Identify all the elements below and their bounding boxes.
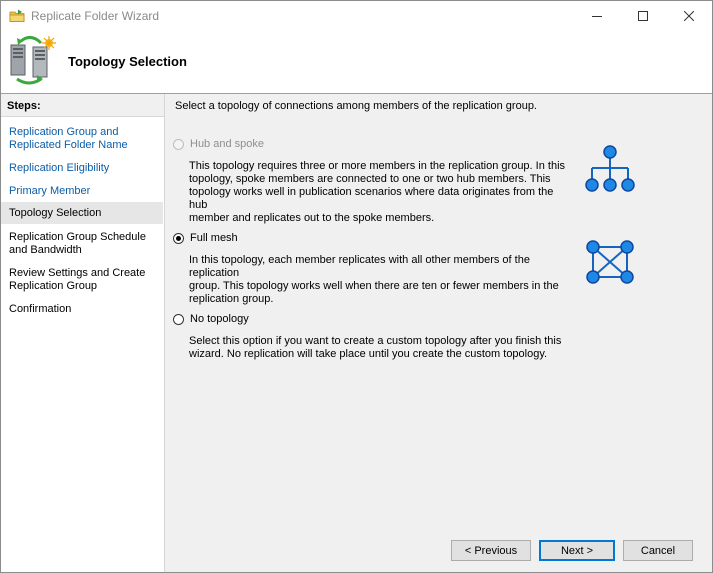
desc-line: This topology requires three or more mem… — [189, 160, 566, 172]
hub-and-spoke-description: This topology requires three or more mem… — [189, 160, 571, 225]
steps-title: Steps: — [7, 100, 41, 112]
step-label-line2: and Bandwidth — [9, 244, 82, 256]
step-confirmation: Confirmation — [1, 303, 163, 316]
desc-line: topology, spoke members are connected to… — [189, 173, 551, 185]
page-heading: Topology Selection — [68, 54, 187, 69]
desc-line: In this topology, each member replicates… — [189, 254, 530, 279]
hub-and-spoke-radio[interactable] — [173, 138, 184, 150]
replication-servers-icon — [10, 36, 56, 85]
step-primary-member[interactable]: Primary Member — [1, 185, 163, 198]
desc-line: group. This topology works well when the… — [189, 280, 559, 292]
full-mesh-description: In this topology, each member replicates… — [189, 254, 571, 306]
step-replication-eligibility[interactable]: Replication Eligibility — [1, 162, 163, 175]
full-mesh-label: Full mesh — [190, 232, 238, 244]
step-label-line1: Replication Group Schedule — [9, 231, 146, 243]
intro-text: Select a topology of connections among m… — [175, 100, 537, 112]
no-topology-option[interactable]: No topology — [173, 313, 249, 325]
hub-and-spoke-option[interactable]: Hub and spoke — [173, 138, 264, 150]
step-label-line1: Replication Group and — [9, 126, 119, 138]
step-label-line1: Confirmation — [9, 303, 72, 315]
title-bar[interactable]: Replicate Folder Wizard — [1, 1, 712, 31]
desc-line: replication group. — [189, 293, 274, 305]
steps-pane: Steps: Replication Group and Replicated … — [1, 94, 165, 572]
hub-spoke-icon — [585, 145, 635, 192]
close-icon — [684, 11, 694, 21]
step-label-line1: Replication Eligibility — [9, 162, 110, 174]
step-label-line1: Review Settings and Create — [9, 267, 146, 279]
step-review-settings: Review Settings and Create Replication G… — [1, 267, 163, 293]
minimize-icon — [592, 16, 602, 17]
step-topology-selection: Topology Selection — [1, 202, 163, 224]
no-topology-radio[interactable] — [173, 313, 184, 325]
cancel-button[interactable]: Cancel — [623, 540, 693, 561]
maximize-button[interactable] — [620, 1, 666, 31]
folder-icon — [9, 9, 25, 22]
full-mesh-option[interactable]: Full mesh — [173, 232, 238, 244]
full-mesh-radio[interactable] — [173, 232, 184, 244]
full-mesh-icon — [586, 240, 634, 284]
step-replication-group-name[interactable]: Replication Group and Replicated Folder … — [1, 126, 163, 152]
hub-and-spoke-label: Hub and spoke — [190, 138, 264, 150]
desc-line: topology works well in publication scena… — [189, 186, 554, 211]
desc-line: wizard. No replication will take place u… — [189, 348, 548, 360]
minimize-button[interactable] — [574, 1, 620, 31]
next-button[interactable]: Next > — [539, 540, 615, 561]
maximize-icon — [638, 11, 648, 21]
step-label-line2: Replicated Folder Name — [9, 139, 128, 151]
window-title: Replicate Folder Wizard — [31, 9, 160, 23]
wizard-header: Topology Selection — [1, 31, 712, 94]
desc-line: member and replicates out to the spoke m… — [189, 212, 435, 224]
no-topology-label: No topology — [190, 313, 249, 325]
wizard-window: Replicate Folder Wizard Topology Selecti… — [0, 0, 713, 573]
step-label-line1: Topology Selection — [9, 207, 102, 219]
close-button[interactable] — [666, 1, 712, 31]
step-label-line2: Replication Group — [9, 280, 98, 292]
desc-line: Select this option if you want to create… — [189, 335, 562, 347]
step-label-line1: Primary Member — [9, 185, 91, 197]
topology-content: Select a topology of connections among m… — [165, 94, 712, 572]
steps-title-bar: Steps: — [1, 94, 164, 117]
step-schedule-bandwidth: Replication Group Schedule and Bandwidth — [1, 231, 163, 257]
no-topology-description: Select this option if you want to create… — [189, 335, 571, 361]
previous-button[interactable]: < Previous — [451, 540, 531, 561]
